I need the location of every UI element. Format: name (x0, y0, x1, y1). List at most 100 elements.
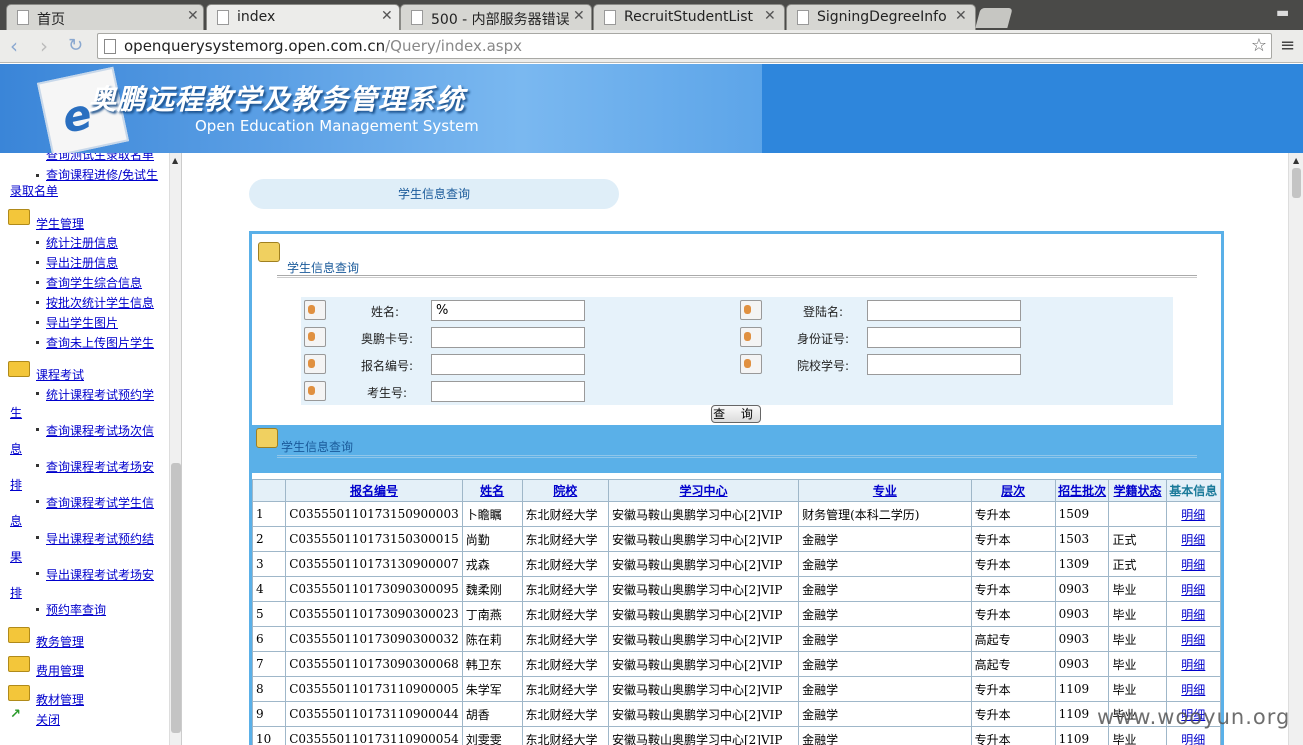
sidebar-link[interactable]: 按批次统计学生信息 (46, 296, 154, 310)
bookmark-star-icon[interactable]: ☆ (1251, 35, 1267, 56)
site-banner: e 奥鹏远程教学及教务管理系统 Open Education Managemen… (0, 64, 1303, 153)
close-icon[interactable]: ✕ (187, 8, 199, 24)
sidebar-item[interactable]: 查询未上传图片学生 (46, 335, 154, 351)
address-bar[interactable]: openquerysystemorg.open.com.cn/Query/ind… (97, 33, 1272, 59)
sidebar-link[interactable]: 导出注册信息 (46, 256, 118, 270)
section-icon (258, 242, 280, 262)
sidebar-link[interactable]: 查询课程考试考场安排 (10, 460, 154, 492)
sidebar-link[interactable]: 查询课程考试学生信息 (10, 496, 154, 528)
column-header[interactable]: 招生批次 (1054, 479, 1110, 502)
sidebar-group-exam[interactable]: 课程考试 (36, 367, 84, 383)
scroll-up-icon[interactable]: ▲ (1293, 156, 1299, 165)
column-header[interactable]: 学籍状态 (1108, 479, 1167, 502)
table-cell: 高起专 (970, 626, 1056, 652)
bullet-icon (36, 341, 39, 344)
sidebar-link[interactable]: 预约率查询 (46, 603, 106, 617)
table-cell: 金融学 (798, 551, 972, 577)
sidebar-group-academic[interactable]: 教务管理 (36, 634, 84, 650)
close-icon[interactable]: ✕ (955, 8, 967, 24)
scrollbar-thumb[interactable] (171, 463, 181, 733)
scroll-up-icon[interactable]: ▲ (172, 156, 178, 165)
browser-tab-signing[interactable]: SigningDegreeInfo ✕ (786, 4, 976, 30)
sidebar-link[interactable]: 查询测试生录取名单 (46, 153, 154, 162)
sidebar-link[interactable]: 课程考试 (36, 368, 84, 382)
regno-input[interactable] (431, 354, 585, 375)
sidebar-item[interactable]: 统计课程考试预约学生 (10, 386, 160, 422)
close-icon[interactable]: ✕ (381, 8, 393, 24)
sidebar-link[interactable]: 查询课程考试场次信息 (10, 424, 154, 456)
detail-link[interactable]: 明细 (1181, 508, 1205, 522)
sidebar-link[interactable]: 统计课程考试预约学生 (10, 388, 154, 420)
sidebar-link[interactable]: 关闭 (36, 713, 60, 727)
table-cell: 0903 (1054, 576, 1110, 602)
sidebar-item[interactable]: 导出课程考试预约结果 (10, 530, 160, 566)
sidebar-item-retake[interactable]: 查询课程进修/免试生录取名单 (10, 167, 160, 199)
sidebar-item[interactable]: 查询课程考试场次信息 (10, 422, 160, 458)
page-scrollbar[interactable]: ▲ (1288, 153, 1303, 745)
detail-link[interactable]: 明细 (1181, 683, 1205, 697)
detail-link[interactable]: 明细 (1181, 583, 1205, 597)
examno-input[interactable] (431, 381, 585, 402)
sidebar-link[interactable]: 导出学生图片 (46, 316, 118, 330)
detail-link[interactable]: 明细 (1181, 558, 1205, 572)
table-cell: C035550110173110900054 (285, 726, 463, 745)
sidebar-link[interactable]: 费用管理 (36, 664, 84, 678)
column-header[interactable]: 层次 (970, 479, 1056, 502)
sidebar-link[interactable]: 统计注册信息 (46, 236, 118, 250)
browser-tab-index[interactable]: index ✕ (206, 4, 400, 30)
sidebar-link[interactable]: 教务管理 (36, 635, 84, 649)
sidebar-item[interactable]: 查询学生综合信息 (46, 275, 142, 291)
sidebar-item-close[interactable]: 关闭 (36, 712, 60, 728)
column-header[interactable]: 报名编号 (285, 479, 463, 502)
detail-link[interactable]: 明细 (1181, 533, 1205, 547)
sidebar-item[interactable]: 预约率查询 (46, 602, 106, 618)
close-icon[interactable]: ✕ (764, 8, 776, 24)
sidebar-item[interactable]: 查询课程考试考场安排 (10, 458, 160, 494)
browser-tab-home[interactable]: 首页 ✕ (6, 4, 204, 30)
sidebar-link[interactable]: 教材管理 (36, 693, 84, 707)
sidebar-group-fees[interactable]: 费用管理 (36, 663, 84, 679)
sidebar-item[interactable]: 导出学生图片 (46, 315, 118, 331)
table-cell: 9 (251, 701, 287, 727)
sidebar-item[interactable]: 按批次统计学生信息 (46, 295, 154, 311)
sidebar-link[interactable]: 查询课程进修/免试生录取名单 (10, 168, 158, 198)
new-tab-button[interactable] (975, 8, 1013, 28)
detail-link[interactable]: 明细 (1181, 633, 1205, 647)
sidebar-link[interactable]: 学生管理 (36, 217, 84, 231)
id-input[interactable] (867, 327, 1021, 348)
browser-tab-recruit[interactable]: RecruitStudentList ✕ (593, 4, 785, 30)
login-input[interactable] (867, 300, 1021, 321)
detail-link[interactable]: 明细 (1181, 608, 1205, 622)
forward-icon[interactable]: › (40, 34, 48, 58)
detail-link[interactable]: 明细 (1181, 658, 1205, 672)
sidebar-group-student[interactable]: 学生管理 (36, 216, 84, 232)
sidebar-link[interactable]: 查询学生综合信息 (46, 276, 142, 290)
column-header[interactable]: 姓名 (461, 479, 523, 502)
sidebar-item-partial[interactable]: 查询测试生录取名单 (46, 153, 154, 163)
sidebar-item[interactable]: 导出课程考试考场安排 (10, 566, 160, 602)
back-icon[interactable]: ‹ (10, 34, 18, 58)
column-header[interactable]: 专业 (798, 479, 972, 502)
menu-icon[interactable]: ≡ (1280, 35, 1295, 56)
sidebar-link[interactable]: 查询未上传图片学生 (46, 336, 154, 350)
sidebar-group-materials[interactable]: 教材管理 (36, 692, 84, 708)
scrollbar-thumb[interactable] (1292, 168, 1301, 198)
sidebar-link[interactable]: 导出课程考试预约结果 (10, 532, 154, 564)
profile-icon[interactable]: ▬ (1276, 5, 1294, 23)
sidebar-item[interactable]: 导出注册信息 (46, 255, 118, 271)
close-icon[interactable]: ✕ (573, 8, 585, 24)
schoolno-input[interactable] (867, 354, 1021, 375)
sidebar-scrollbar[interactable]: ▲ (169, 153, 181, 745)
sidebar-item[interactable]: 查询课程考试学生信息 (10, 494, 160, 530)
name-input[interactable] (431, 300, 585, 321)
sidebar-link[interactable]: 导出课程考试考场安排 (10, 568, 154, 600)
column-header[interactable]: 学习中心 (607, 479, 800, 502)
reload-icon[interactable]: ↻ (68, 35, 83, 56)
card-input[interactable] (431, 327, 585, 348)
query-button[interactable]: 查 询 (711, 405, 761, 423)
detail-link[interactable]: 明细 (1181, 733, 1205, 745)
browser-tab-500[interactable]: 500 - 内部服务器错误 ✕ (400, 4, 592, 30)
bullet-icon (36, 261, 39, 264)
sidebar-item[interactable]: 统计注册信息 (46, 235, 118, 251)
column-header[interactable]: 院校 (521, 479, 609, 502)
